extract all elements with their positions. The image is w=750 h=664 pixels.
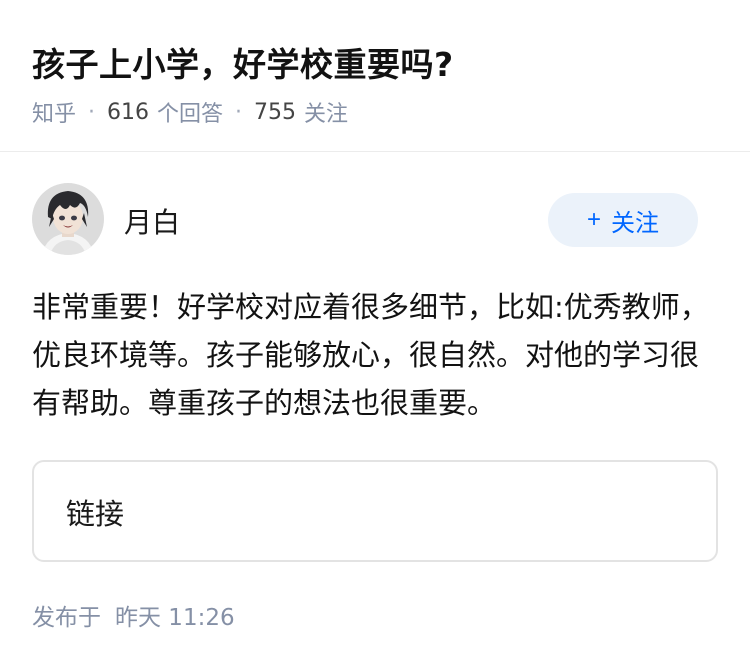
follow-button[interactable]: + 关注 [548, 193, 698, 247]
answer-content: 非常重要！好学校对应着很多细节，比如:优秀教师，优良环境等。孩子能够放心，很自然… [32, 290, 709, 420]
source-label[interactable]: 知乎 [32, 96, 76, 128]
question-title[interactable]: 孩子上小学，好学校重要吗? [32, 38, 454, 86]
follow-count: 755 [254, 99, 297, 125]
publish-time: 昨天 11:26 [115, 605, 235, 631]
user-avatar-icon [32, 183, 104, 255]
follow-button-label: 关注 [611, 209, 659, 237]
publish-prefix: 发布于 [32, 605, 101, 631]
author-avatar[interactable] [32, 183, 104, 255]
author-name[interactable]: 月白 [124, 201, 180, 241]
follow-count-label: 关注 [304, 102, 349, 127]
question-header: 孩子上小学，好学校重要吗? 知乎 · 616 个回答 · 755 关注 [0, 0, 750, 152]
plus-icon: + [586, 206, 601, 233]
meta-separator: · [88, 99, 96, 125]
answer-count: 616 [107, 99, 150, 125]
link-label: 链接 [66, 497, 125, 531]
author-row: 月白 + 关注 [32, 183, 718, 259]
publish-info: 发布于 昨天 11:26 [32, 598, 235, 632]
link-card[interactable]: 链接 [32, 460, 718, 562]
answer-count-label: 个回答 [157, 102, 224, 127]
meta-separator: · [235, 99, 243, 125]
question-meta: 知乎 · 616 个回答 · 755 关注 [32, 96, 348, 128]
